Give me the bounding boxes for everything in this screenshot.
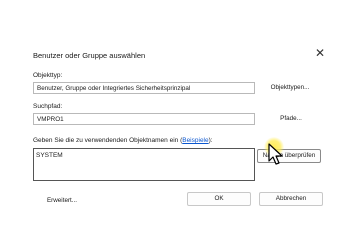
object-names-label-suffix: ): — [208, 137, 213, 144]
object-names-value: SYSTEM — [36, 151, 63, 159]
close-icon[interactable]: ✕ — [313, 46, 327, 60]
object-type-field: Benutzer, Gruppe oder Integriertes Siche… — [33, 82, 255, 94]
object-names-label-text: Geben Sie die zu verwendenden Objektname… — [33, 137, 183, 144]
search-path-label: Suchpfad: — [33, 103, 63, 110]
advanced-button[interactable]: Erweitert... — [42, 194, 82, 208]
examples-link[interactable]: Beispiele — [182, 137, 208, 144]
object-names-input[interactable]: SYSTEM — [33, 148, 255, 181]
ok-button[interactable]: OK — [187, 192, 251, 206]
object-names-label: Geben Sie die zu verwendenden Objektname… — [33, 137, 213, 144]
select-user-or-group-dialog: Benutzer oder Gruppe auswählen ✕ Objektt… — [27, 39, 335, 222]
paths-button[interactable]: Pfade... — [271, 112, 311, 126]
search-path-field: VMPRO1 — [33, 113, 255, 125]
text-caret — [62, 151, 64, 159]
object-types-button[interactable]: Objekttypen... — [263, 81, 317, 95]
mouse-pointer-icon — [268, 143, 283, 165]
dialog-title: Benutzer oder Gruppe auswählen — [33, 51, 146, 60]
object-type-label: Objekttyp: — [33, 72, 63, 79]
cancel-button[interactable]: Abbrechen — [259, 192, 323, 206]
